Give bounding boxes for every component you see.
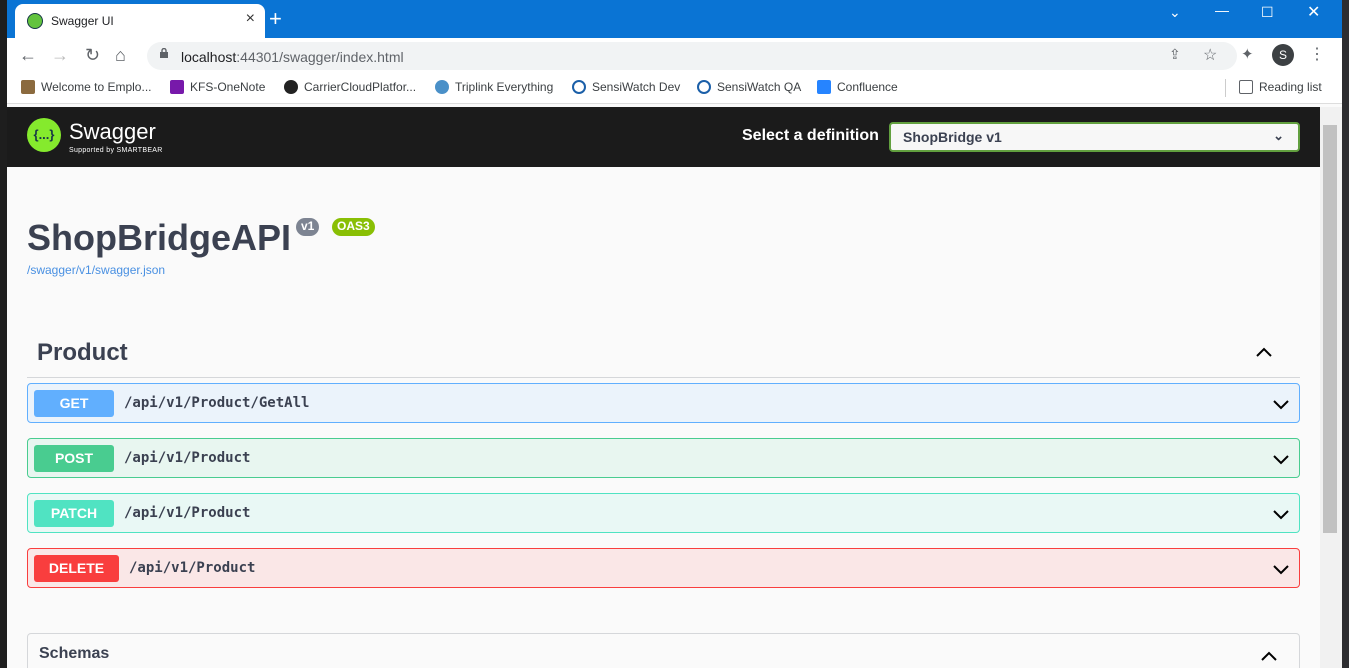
operation-path: /api/v1/Product/GetAll <box>124 395 310 411</box>
version-badge: v1 <box>296 218 320 236</box>
swagger-topbar: {...} Swagger Supported by SMARTBEAR Sel… <box>7 107 1320 167</box>
address-bar[interactable]: localhost:44301/swagger/index.html ⇪ ☆ <box>147 42 1237 70</box>
operation-path: /api/v1/Product <box>129 560 256 576</box>
close-window-icon[interactable]: ✕ <box>1307 2 1320 22</box>
home-icon[interactable]: ⌂ <box>115 44 126 66</box>
maximize-icon[interactable]: ☐ <box>1261 4 1274 21</box>
operation-path: /api/v1/Product <box>124 505 251 521</box>
tag-divider <box>27 377 1300 378</box>
page-scrollbar[interactable] <box>1320 107 1342 668</box>
bookmark-item[interactable]: Triplink Everything <box>435 80 553 94</box>
onenote-icon <box>170 80 184 94</box>
browser-window: Swagger UI × + ⌄ — ☐ ✕ ← → ↻ ⌂ localhost… <box>7 0 1342 668</box>
bookmark-item[interactable]: Confluence <box>817 80 898 94</box>
triplink-icon <box>435 80 449 94</box>
tab-title: Swagger UI <box>51 14 114 28</box>
minimize-icon[interactable]: — <box>1215 2 1229 18</box>
forward-icon[interactable]: → <box>51 44 69 66</box>
profile-avatar[interactable]: S <box>1272 44 1294 66</box>
method-badge: GET <box>34 390 114 417</box>
operation-get[interactable]: GET /api/v1/Product/GetAll <box>27 383 1300 423</box>
method-badge: DELETE <box>34 555 119 582</box>
chevron-down-icon[interactable] <box>1271 449 1291 469</box>
sensiwatch-icon <box>697 80 711 94</box>
tab-search-icon[interactable]: ⌄ <box>1169 4 1181 21</box>
share-icon[interactable]: ⇪ <box>1169 46 1181 63</box>
bookmark-divider <box>1225 79 1226 97</box>
swagger-content: ShopBridgeAPI v1 OAS3 /swagger/v1/swagge… <box>7 167 1320 668</box>
reload-icon[interactable]: ↻ <box>85 44 100 66</box>
scrollbar-thumb[interactable] <box>1323 125 1337 533</box>
oas-badge: OAS3 <box>332 218 375 236</box>
operation-delete[interactable]: DELETE /api/v1/Product <box>27 548 1300 588</box>
chevron-up-icon[interactable] <box>1259 646 1279 666</box>
schemas-section[interactable]: Schemas <box>27 633 1300 668</box>
chevron-down-icon: ⌄ <box>1273 128 1284 143</box>
chevron-down-icon[interactable] <box>1271 559 1291 579</box>
ide-left-edge <box>0 0 7 668</box>
close-tab-icon[interactable]: × <box>246 10 255 28</box>
lock-icon <box>160 48 168 58</box>
swagger-logo-icon[interactable]: {...} <box>27 118 61 152</box>
bookmark-item[interactable]: Welcome to Emplo... <box>21 80 151 94</box>
bookmark-item[interactable]: SensiWatch QA <box>697 80 801 94</box>
menu-icon[interactable]: ⋮ <box>1309 44 1325 66</box>
ide-right-edge <box>1342 0 1349 668</box>
spec-link[interactable]: /swagger/v1/swagger.json <box>27 263 165 277</box>
operation-post[interactable]: POST /api/v1/Product <box>27 438 1300 478</box>
navigation-bar: ← → ↻ ⌂ localhost:44301/swagger/index.ht… <box>7 38 1342 74</box>
sensiwatch-icon <box>572 80 586 94</box>
swagger-logo-text: Swagger <box>69 119 156 144</box>
definition-select[interactable]: ShopBridge v1 ⌄ <box>889 122 1300 152</box>
method-badge: PATCH <box>34 500 114 527</box>
bookmark-item[interactable]: SensiWatch Dev <box>572 80 680 94</box>
method-badge: POST <box>34 445 114 472</box>
bookmark-item[interactable]: KFS-OneNote <box>170 80 265 94</box>
reading-list-icon <box>1239 80 1253 94</box>
reading-list-button[interactable]: Reading list <box>1239 80 1322 94</box>
swagger-logo-subtitle: Supported by SMARTBEAR <box>69 147 163 154</box>
chevron-down-icon[interactable] <box>1271 504 1291 524</box>
extensions-icon[interactable]: ✦ <box>1241 44 1254 66</box>
operation-patch[interactable]: PATCH /api/v1/Product <box>27 493 1300 533</box>
bookmark-favicon-icon <box>21 80 35 94</box>
back-icon[interactable]: ← <box>19 44 37 66</box>
bookmark-item[interactable]: CarrierCloudPlatfor... <box>284 80 416 94</box>
browser-tab[interactable]: Swagger UI × <box>15 4 265 38</box>
chevron-down-icon[interactable] <box>1271 394 1291 414</box>
bookmarks-bar: Welcome to Emplo... KFS-OneNote CarrierC… <box>7 74 1342 104</box>
api-title: ShopBridgeAPI <box>27 217 292 258</box>
operation-path: /api/v1/Product <box>124 450 251 466</box>
definition-label: Select a definition <box>742 127 879 144</box>
bookmark-star-icon[interactable]: ☆ <box>1203 45 1217 65</box>
swagger-favicon-icon <box>27 13 43 29</box>
tag-title[interactable]: Product <box>37 339 128 367</box>
tab-strip: Swagger UI × + ⌄ — ☐ ✕ <box>7 0 1342 38</box>
new-tab-icon[interactable]: + <box>269 6 282 32</box>
chevron-up-icon[interactable] <box>1254 342 1274 362</box>
confluence-icon <box>817 80 831 94</box>
url-text: localhost:44301/swagger/index.html <box>181 49 404 65</box>
schemas-title: Schemas <box>39 645 110 662</box>
github-icon <box>284 80 298 94</box>
